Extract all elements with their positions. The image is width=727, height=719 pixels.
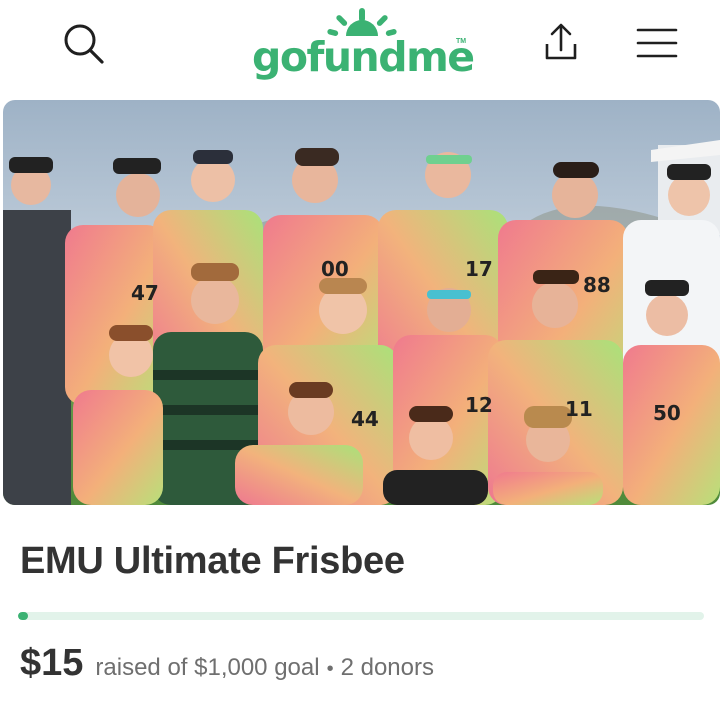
gofundme-logo[interactable]: gofundme TM bbox=[252, 4, 475, 84]
search-icon[interactable] bbox=[58, 18, 110, 70]
campaign-hero-image[interactable]: 47 00 17 88 44 12 11 50 bbox=[3, 100, 720, 505]
logo-wordmark: gofundme bbox=[252, 33, 475, 81]
raised-of-goal-text: raised of $1,000 goal bbox=[95, 654, 320, 681]
donor-count[interactable]: 2 donors bbox=[341, 654, 434, 682]
amount-raised: $15 bbox=[20, 642, 84, 684]
svg-text:11: 11 bbox=[565, 397, 593, 421]
separator-dot: • bbox=[326, 658, 334, 680]
svg-text:88: 88 bbox=[583, 273, 611, 297]
svg-text:47: 47 bbox=[131, 281, 159, 305]
team-photo: 47 00 17 88 44 12 11 50 bbox=[3, 100, 720, 505]
share-icon[interactable] bbox=[533, 16, 589, 72]
donation-progress-fill bbox=[18, 612, 29, 620]
svg-text:12: 12 bbox=[465, 393, 493, 417]
svg-text:17: 17 bbox=[465, 257, 493, 281]
donation-stats: $15 raised of $1,000 goal • 2 donors bbox=[20, 642, 434, 686]
logo-trademark: TM bbox=[456, 38, 467, 45]
svg-text:50: 50 bbox=[653, 401, 681, 425]
top-navigation-bar: gofundme TM bbox=[0, 0, 727, 90]
donation-progress-bar bbox=[18, 612, 704, 620]
svg-text:44: 44 bbox=[351, 407, 379, 431]
hamburger-menu-icon[interactable] bbox=[630, 18, 684, 68]
svg-text:00: 00 bbox=[321, 257, 349, 281]
campaign-title: EMU Ultimate Frisbee bbox=[20, 540, 405, 582]
